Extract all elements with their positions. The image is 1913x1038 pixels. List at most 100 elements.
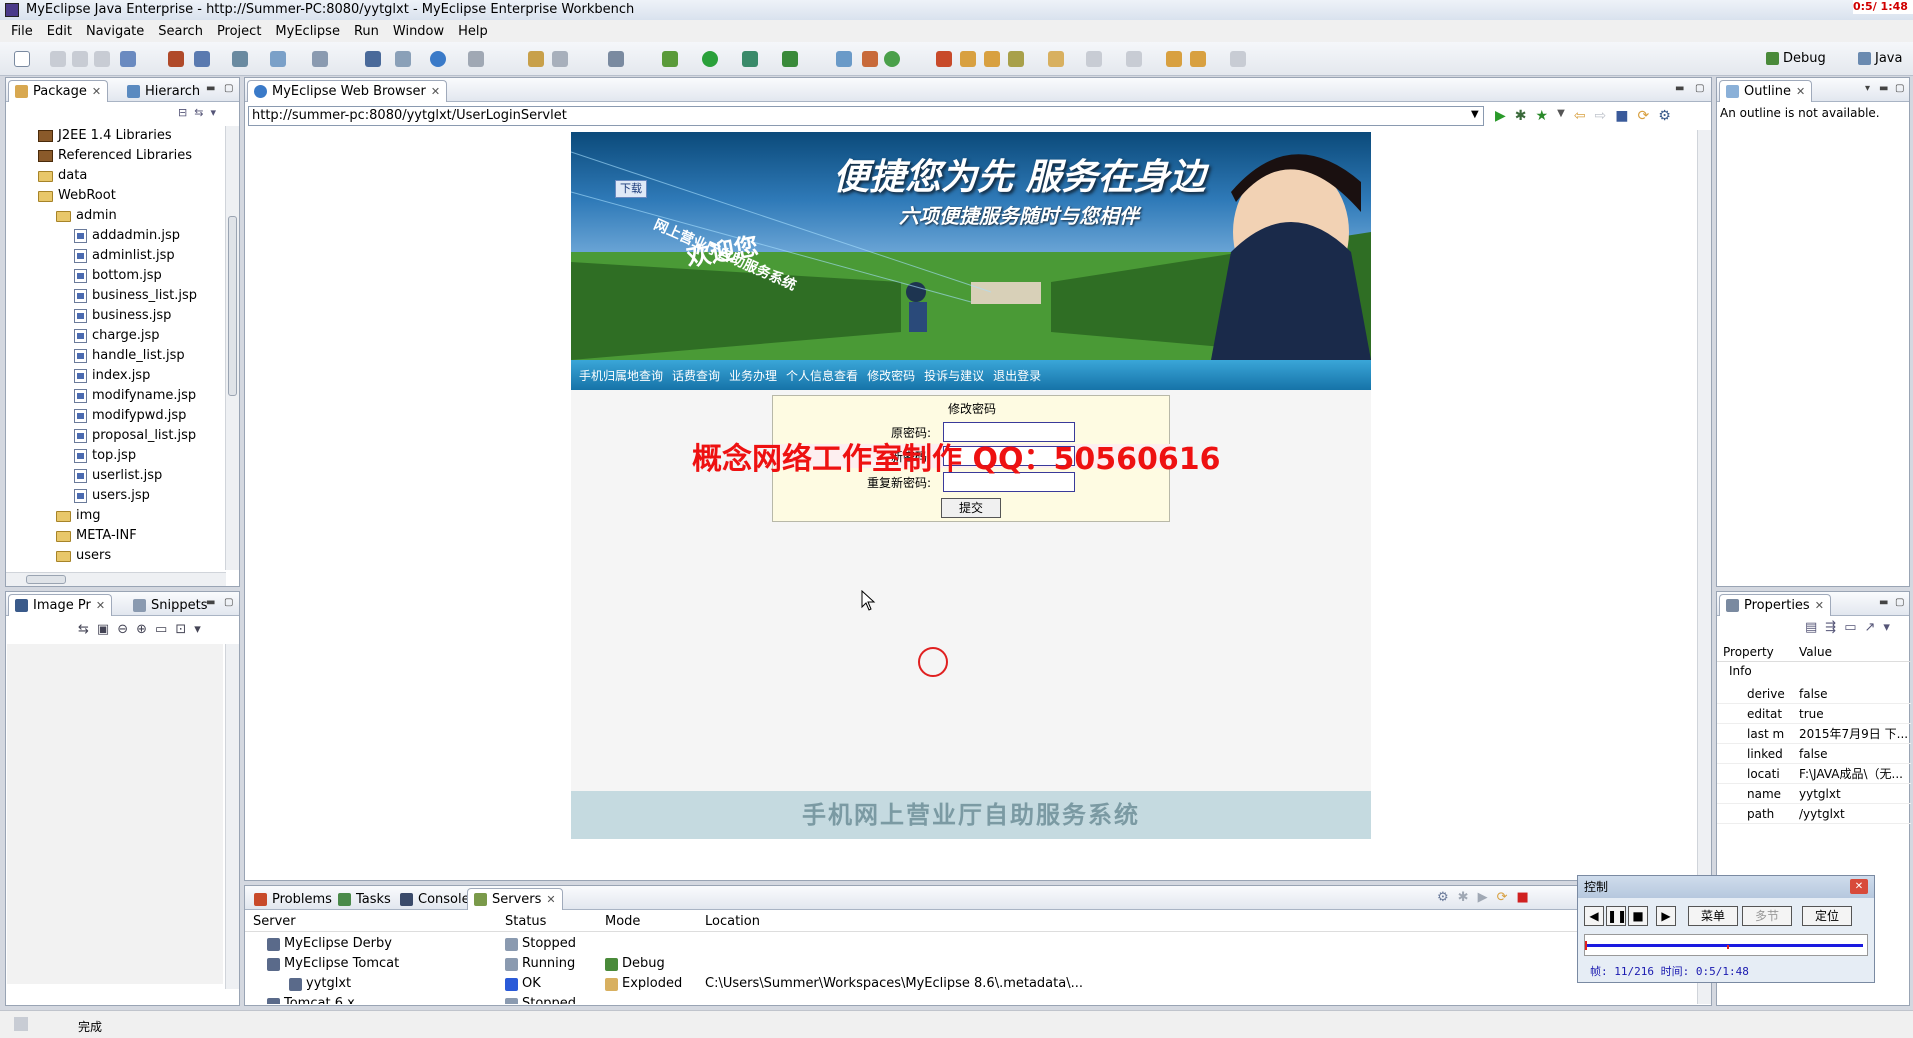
- tree-item[interactable]: top.jsp: [6, 446, 225, 466]
- tree-item[interactable]: data: [6, 166, 225, 186]
- tree-item[interactable]: business.jsp: [6, 306, 225, 326]
- tree-item[interactable]: modifyname.jsp: [6, 386, 225, 406]
- link-editor-icon[interactable]: ⇆: [194, 106, 203, 119]
- last-edit-icon[interactable]: [1166, 51, 1182, 67]
- open-task-icon[interactable]: [960, 51, 976, 67]
- tab-web-browser[interactable]: MyEclipse Web Browser ✕: [247, 80, 448, 102]
- folder-icon[interactable]: [1048, 51, 1064, 67]
- scroll-thumb[interactable]: [228, 216, 237, 396]
- minimize-icon[interactable]: ▬: [1675, 83, 1684, 94]
- go-icon[interactable]: ▶: [1495, 108, 1506, 124]
- menu-edit[interactable]: Edit: [40, 24, 79, 39]
- menu-button[interactable]: 菜单: [1688, 906, 1738, 926]
- globe-icon[interactable]: [430, 51, 446, 67]
- tab-package-explorer[interactable]: Package ✕: [8, 80, 109, 102]
- tab-problems[interactable]: Problems: [247, 888, 339, 910]
- close-icon[interactable]: ✕: [96, 599, 105, 612]
- tab-console[interactable]: Console: [393, 888, 477, 910]
- new-class-icon[interactable]: [836, 51, 852, 67]
- nav-logout[interactable]: 退出登录: [993, 367, 1041, 384]
- property-row[interactable]: linked false: [1717, 744, 1911, 764]
- close-icon[interactable]: ✕: [1850, 879, 1868, 894]
- nav-bill-query[interactable]: 话费查询: [672, 367, 720, 384]
- tree-item[interactable]: modifypwd.jsp: [6, 406, 225, 426]
- menu-myeclipse[interactable]: MyEclipse: [268, 24, 347, 39]
- debug-perspective-button[interactable]: Debug: [1766, 51, 1826, 66]
- tree-item[interactable]: business_list.jsp: [6, 286, 225, 306]
- package-tree-scrollbar[interactable]: [225, 126, 239, 570]
- refresh-icon[interactable]: [884, 51, 900, 67]
- defaults-icon[interactable]: ▭: [1844, 620, 1856, 635]
- struts-icon[interactable]: [365, 51, 381, 67]
- server-icon[interactable]: [194, 51, 210, 67]
- external-tools-icon[interactable]: [782, 51, 798, 67]
- web-icon[interactable]: [270, 51, 286, 67]
- tree-item[interactable]: handle_list.jsp: [6, 346, 225, 366]
- progress-track[interactable]: [1584, 934, 1868, 956]
- tree-item[interactable]: adminlist.jsp: [6, 246, 225, 266]
- tree-item[interactable]: admin: [6, 206, 225, 226]
- close-icon[interactable]: ✕: [92, 85, 101, 98]
- submit-button[interactable]: 提交: [941, 498, 1001, 518]
- stop-icon[interactable]: ■: [1628, 906, 1648, 926]
- java-perspective-button[interactable]: Java: [1858, 51, 1902, 66]
- property-row[interactable]: locati F:\JAVA成品\（无...: [1717, 764, 1911, 784]
- tree-item[interactable]: WebRoot: [6, 186, 225, 206]
- menu-search[interactable]: Search: [151, 24, 210, 39]
- tree-item[interactable]: addadmin.jsp: [6, 226, 225, 246]
- menu-window[interactable]: Window: [386, 24, 451, 39]
- stop-server-icon[interactable]: ■: [1516, 890, 1528, 905]
- tab-properties[interactable]: Properties ✕: [1719, 594, 1831, 616]
- refresh-icon[interactable]: ⟳: [1637, 108, 1649, 124]
- search-icon[interactable]: [312, 51, 328, 67]
- tree-item[interactable]: userlist.jsp: [6, 466, 225, 486]
- new-package-icon[interactable]: [862, 51, 878, 67]
- back-icon[interactable]: [1190, 51, 1206, 67]
- close-icon[interactable]: ✕: [546, 893, 555, 906]
- team-icon[interactable]: [936, 51, 952, 67]
- tree-item[interactable]: users.jsp: [6, 486, 225, 506]
- next-annotation-icon[interactable]: [1086, 51, 1102, 67]
- stop-icon[interactable]: ■: [1615, 108, 1628, 124]
- link-icon[interactable]: ⇆: [78, 622, 89, 637]
- zoom-out-icon[interactable]: ⊖: [117, 622, 128, 637]
- property-row[interactable]: derive false: [1717, 684, 1911, 704]
- tree-item[interactable]: META-INF: [6, 526, 225, 546]
- menu-help[interactable]: Help: [451, 24, 495, 39]
- tab-hierarchy[interactable]: Hierarch: [120, 80, 207, 102]
- progress-position-marker[interactable]: [1727, 945, 1729, 949]
- print-icon[interactable]: [94, 51, 110, 67]
- bookmark-dropdown-icon[interactable]: ▼: [1557, 108, 1565, 124]
- forward-icon[interactable]: [1230, 51, 1246, 67]
- property-row[interactable]: path/yytglxt: [1717, 804, 1911, 824]
- minimize-icon[interactable]: ▬: [206, 597, 215, 608]
- image-scrollbar[interactable]: [225, 644, 239, 989]
- menu-project[interactable]: Project: [210, 24, 268, 39]
- tree-item[interactable]: index.jsp: [6, 366, 225, 386]
- tree-item[interactable]: J2EE 1.4 Libraries: [6, 126, 225, 146]
- restore-icon[interactable]: ↗: [1865, 620, 1876, 635]
- maximize-icon[interactable]: ▢: [224, 597, 233, 608]
- property-row[interactable]: last m 2015年7月9日 下...: [1717, 724, 1911, 744]
- debug-server-icon[interactable]: ✱: [1458, 890, 1469, 905]
- browser-scrollbar[interactable]: [1697, 130, 1711, 875]
- server-row[interactable]: MyEclipse Tomcat Running Debug: [245, 954, 1695, 974]
- view-menu-icon[interactable]: ▾: [194, 622, 201, 637]
- property-row[interactable]: name yytglxt: [1717, 784, 1911, 804]
- save-all-icon[interactable]: [72, 51, 88, 67]
- settings-icon[interactable]: ⚙: [1658, 108, 1671, 124]
- ejb-icon[interactable]: [232, 51, 248, 67]
- categories-icon[interactable]: ▤: [1805, 620, 1817, 635]
- nav-change-password[interactable]: 修改密码: [867, 367, 915, 384]
- prev-annotation-icon[interactable]: [1126, 51, 1142, 67]
- tab-snippets[interactable]: Snippets: [126, 594, 214, 616]
- close-icon[interactable]: ✕: [1815, 599, 1824, 612]
- new-server-icon[interactable]: ⚙: [1437, 890, 1449, 905]
- chapter-button[interactable]: 多节: [1742, 906, 1792, 926]
- zoom-100-icon[interactable]: ▭: [155, 622, 167, 637]
- tree-item[interactable]: bottom.jsp: [6, 266, 225, 286]
- close-icon[interactable]: ✕: [1796, 85, 1805, 98]
- restart-server-icon[interactable]: ⟳: [1497, 890, 1508, 905]
- start-server-icon[interactable]: ▶: [1478, 890, 1488, 905]
- new-icon[interactable]: [14, 51, 30, 67]
